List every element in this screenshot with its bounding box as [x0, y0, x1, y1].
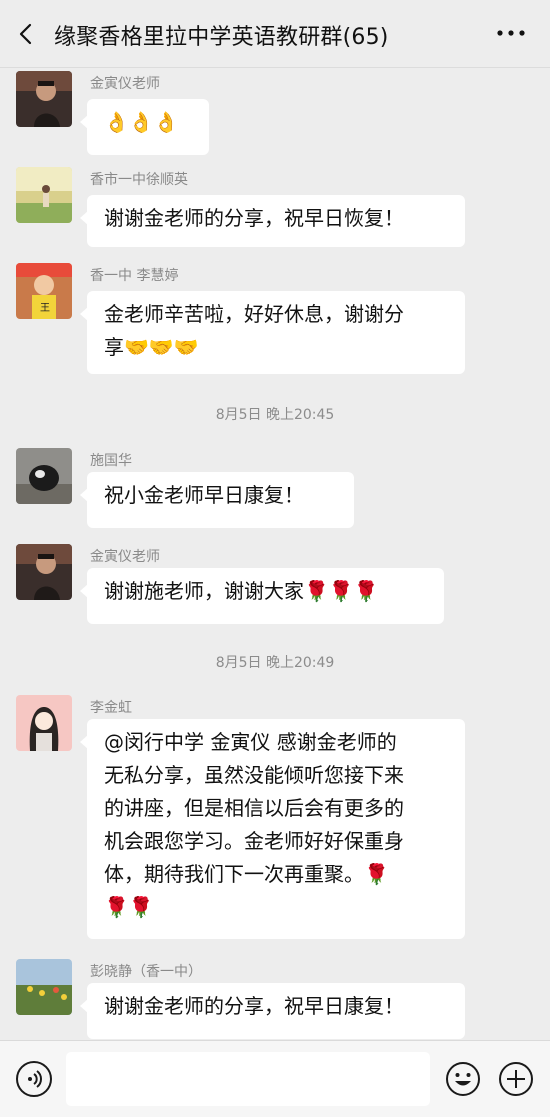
message-bubble[interactable]: 祝小金老师早日康复！	[80, 472, 354, 528]
avatar[interactable]	[16, 167, 72, 223]
chat-title: 缘聚香格里拉中学英语教研群(65)	[54, 25, 389, 50]
message-bubble[interactable]: 谢谢金老师的分享，祝早日恢复！	[80, 195, 465, 247]
sender-name: 金寅仪老师	[90, 76, 160, 92]
chevron-left-icon[interactable]	[14, 22, 38, 46]
avatar[interactable]	[16, 959, 72, 1015]
svg-text:王: 王	[40, 303, 50, 314]
emoji-icon[interactable]	[445, 1061, 481, 1097]
sender-name: 施国华	[90, 453, 132, 469]
avatar[interactable]: 王	[16, 263, 72, 319]
avatar[interactable]	[16, 448, 72, 504]
plus-icon[interactable]	[498, 1061, 534, 1097]
sender-name: 彭晓静（香一中）	[90, 964, 202, 980]
sender-name: 香市一中徐顺英	[90, 172, 188, 188]
sender-name: 香一中 李慧婷	[90, 268, 179, 284]
chat-input-bar	[0, 1040, 550, 1117]
timestamp: 8月5日 晚上20:49	[215, 655, 335, 671]
timestamp: 8月5日 晚上20:45	[215, 407, 335, 423]
chat-header: 缘聚香格里拉中学英语教研群(65)	[0, 0, 550, 68]
message-input[interactable]	[66, 1052, 430, 1106]
sender-name: 金寅仪老师	[90, 549, 160, 565]
avatar[interactable]	[16, 544, 72, 600]
avatar[interactable]	[16, 695, 72, 751]
message-bubble[interactable]: 谢谢金老师的分享，祝早日康复！	[80, 983, 465, 1039]
more-dots-icon[interactable]	[494, 21, 528, 45]
message-bubble[interactable]: 👌👌👌	[80, 99, 209, 155]
message-bubble[interactable]: 金老师辛苦啦，好好休息，谢谢分 享🤝🤝🤝	[80, 291, 465, 374]
message-bubble[interactable]: 谢谢施老师，谢谢大家🌹🌹🌹	[80, 568, 444, 624]
voice-icon[interactable]	[16, 1061, 52, 1097]
sender-name: 李金虹	[90, 700, 132, 716]
message-bubble[interactable]: @闵行中学 金寅仪 感谢金老师的 无私分享，虽然没能倾听您接下来 的讲座，但是相…	[80, 719, 465, 939]
message-list[interactable]: 金寅仪老师 👌👌👌 香市一中徐顺英 谢谢金老师的分享，祝早日恢复！ 王 香一中 …	[0, 68, 550, 1040]
avatar[interactable]	[16, 71, 72, 127]
